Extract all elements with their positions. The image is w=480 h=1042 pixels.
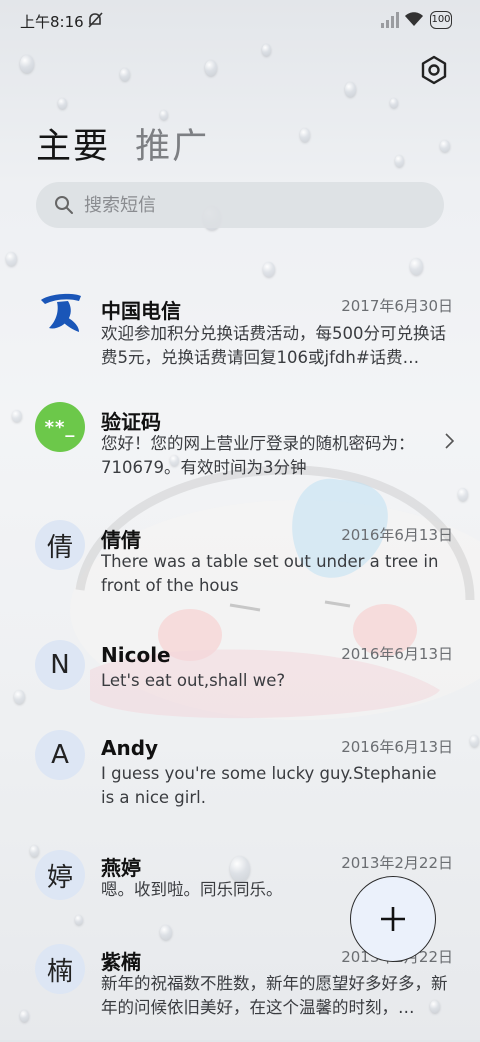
message-date: 2016年6月13日 (341, 738, 453, 756)
sender-name: Nicole (101, 643, 171, 667)
conversation-item[interactable]: N Nicole 2016年6月13日 Let's eat out,shall … (0, 634, 480, 710)
message-preview: 欢迎参加积分兑换话费活动，每500分可兑换话费5元，兑换话费请回复106或jfd… (101, 324, 446, 367)
avatar (35, 286, 85, 336)
compose-button[interactable] (350, 876, 436, 962)
avatar: 楠 (35, 944, 85, 994)
gear-icon[interactable] (418, 54, 450, 86)
mute-icon (88, 12, 103, 28)
plus-icon (381, 907, 405, 931)
tab-bar: 主要 推广 (36, 118, 229, 169)
message-preview: There was a table set out under a tree i… (101, 552, 439, 595)
conversation-item[interactable]: 倩 倩倩 2016年6月13日 There was a table set ou… (0, 518, 480, 618)
message-preview: 您好！您的网上营业厅登录的随机密码为：710679。有效时间为3分钟 (101, 434, 415, 477)
conversation-item-verification-code[interactable]: **_ 验证码 您好！您的网上营业厅登录的随机密码为：710679。有效时间为3… (0, 396, 480, 496)
tab-primary[interactable]: 主要 (36, 118, 110, 169)
battery-icon: 100 (430, 11, 452, 29)
avatar: N (35, 640, 85, 690)
message-date: 2016年6月13日 (341, 526, 453, 544)
signal-icon (381, 12, 399, 28)
sender-name: 验证码 (101, 410, 161, 434)
tab-promotions[interactable]: 推广 (135, 118, 209, 169)
message-date: 2017年6月30日 (341, 297, 453, 315)
chevron-right-icon[interactable] (444, 433, 454, 449)
avatar: 婷 (35, 850, 85, 900)
avatar: A (35, 730, 85, 780)
message-date: 2013年2月22日 (341, 854, 453, 872)
conversation-item-china-telecom[interactable]: 中国电信 2017年6月30日 欢迎参加积分兑换话费活动，每500分可兑换话费5… (0, 278, 480, 378)
sender-name: 紫楠 (101, 950, 141, 974)
message-preview: Let's eat out,shall we? (101, 671, 286, 690)
china-telecom-logo-icon (41, 293, 81, 332)
wifi-icon (405, 12, 423, 26)
message-date: 2016年6月13日 (341, 645, 453, 663)
sender-name: Andy (101, 736, 159, 760)
conversation-item[interactable]: A Andy 2016年6月13日 I guess you're some lu… (0, 730, 480, 830)
search-bar[interactable] (36, 182, 444, 228)
search-input[interactable] (84, 182, 424, 228)
avatar: **_ (35, 402, 85, 452)
status-time: 上午8:16 (20, 13, 84, 31)
search-icon (55, 196, 73, 214)
sender-name: 倩倩 (101, 528, 141, 552)
avatar: 倩 (35, 520, 85, 570)
sender-name: 燕婷 (101, 856, 141, 880)
sender-name: 中国电信 (101, 299, 181, 323)
message-preview: 新年的祝福数不胜数，新年的愿望好多好多，新年的问候依旧美好，在这个温馨的时刻，… (101, 974, 448, 1017)
status-bar: 上午8:16 100 (0, 0, 480, 42)
message-preview: I guess you're some lucky guy.Stephanie … (101, 764, 437, 807)
